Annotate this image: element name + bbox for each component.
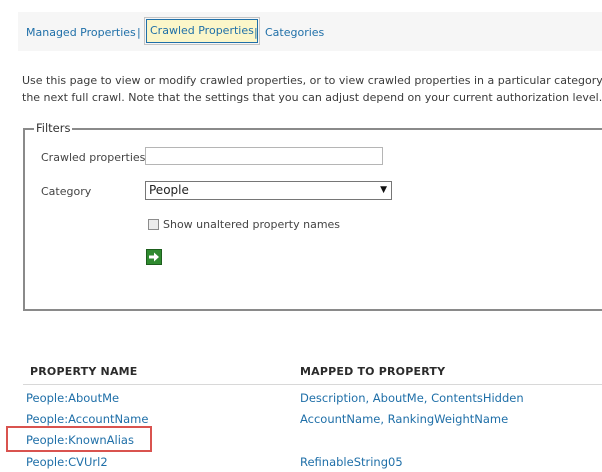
- crawled-properties-label: Crawled properties: [41, 151, 146, 164]
- nav-separator: |: [254, 26, 258, 39]
- row-mapped-property[interactable]: RefinableString05: [300, 455, 403, 469]
- nav-crawled-properties[interactable]: Crawled Properties: [144, 17, 260, 45]
- crawled-properties-input[interactable]: [145, 147, 383, 165]
- description-line-1: Use this page to view or modify crawled …: [22, 74, 602, 87]
- go-button[interactable]: [146, 249, 162, 265]
- description-line-2: the next full crawl. Note that the setti…: [22, 91, 602, 104]
- category-select[interactable]: People ▼: [145, 181, 392, 200]
- nav-separator: |: [137, 26, 141, 39]
- column-header-mapped-to: MAPPED TO PROPERTY: [300, 365, 446, 378]
- nav-managed-properties[interactable]: Managed Properties: [26, 26, 136, 39]
- chevron-down-icon: ▼: [380, 185, 387, 195]
- page-description: Use this page to view or modify crawled …: [22, 72, 602, 106]
- row-mapped-property[interactable]: AccountName, RankingWeightName: [300, 412, 508, 426]
- filters-legend: Filters: [34, 121, 73, 135]
- row-property-name[interactable]: People:CVUrl2: [26, 455, 108, 469]
- row-property-name[interactable]: People:AboutMe: [26, 391, 119, 405]
- table-header-divider: [23, 384, 602, 385]
- nav-categories[interactable]: Categories: [265, 26, 324, 39]
- category-label: Category: [41, 185, 92, 198]
- row-mapped-property[interactable]: Description, AboutMe, ContentsHidden: [300, 391, 524, 405]
- highlight-box: [6, 426, 152, 452]
- category-selected-value: People: [149, 183, 189, 197]
- page: Managed Properties | Crawled Properties …: [0, 0, 602, 472]
- row-property-name[interactable]: People:AccountName: [26, 412, 148, 426]
- column-header-property-name: PROPERTY NAME: [30, 365, 138, 378]
- show-unaltered-checkbox[interactable]: [148, 219, 159, 230]
- top-nav: Managed Properties | Crawled Properties …: [18, 12, 602, 51]
- show-unaltered-label: Show unaltered property names: [163, 218, 341, 231]
- arrow-right-icon: [149, 252, 159, 262]
